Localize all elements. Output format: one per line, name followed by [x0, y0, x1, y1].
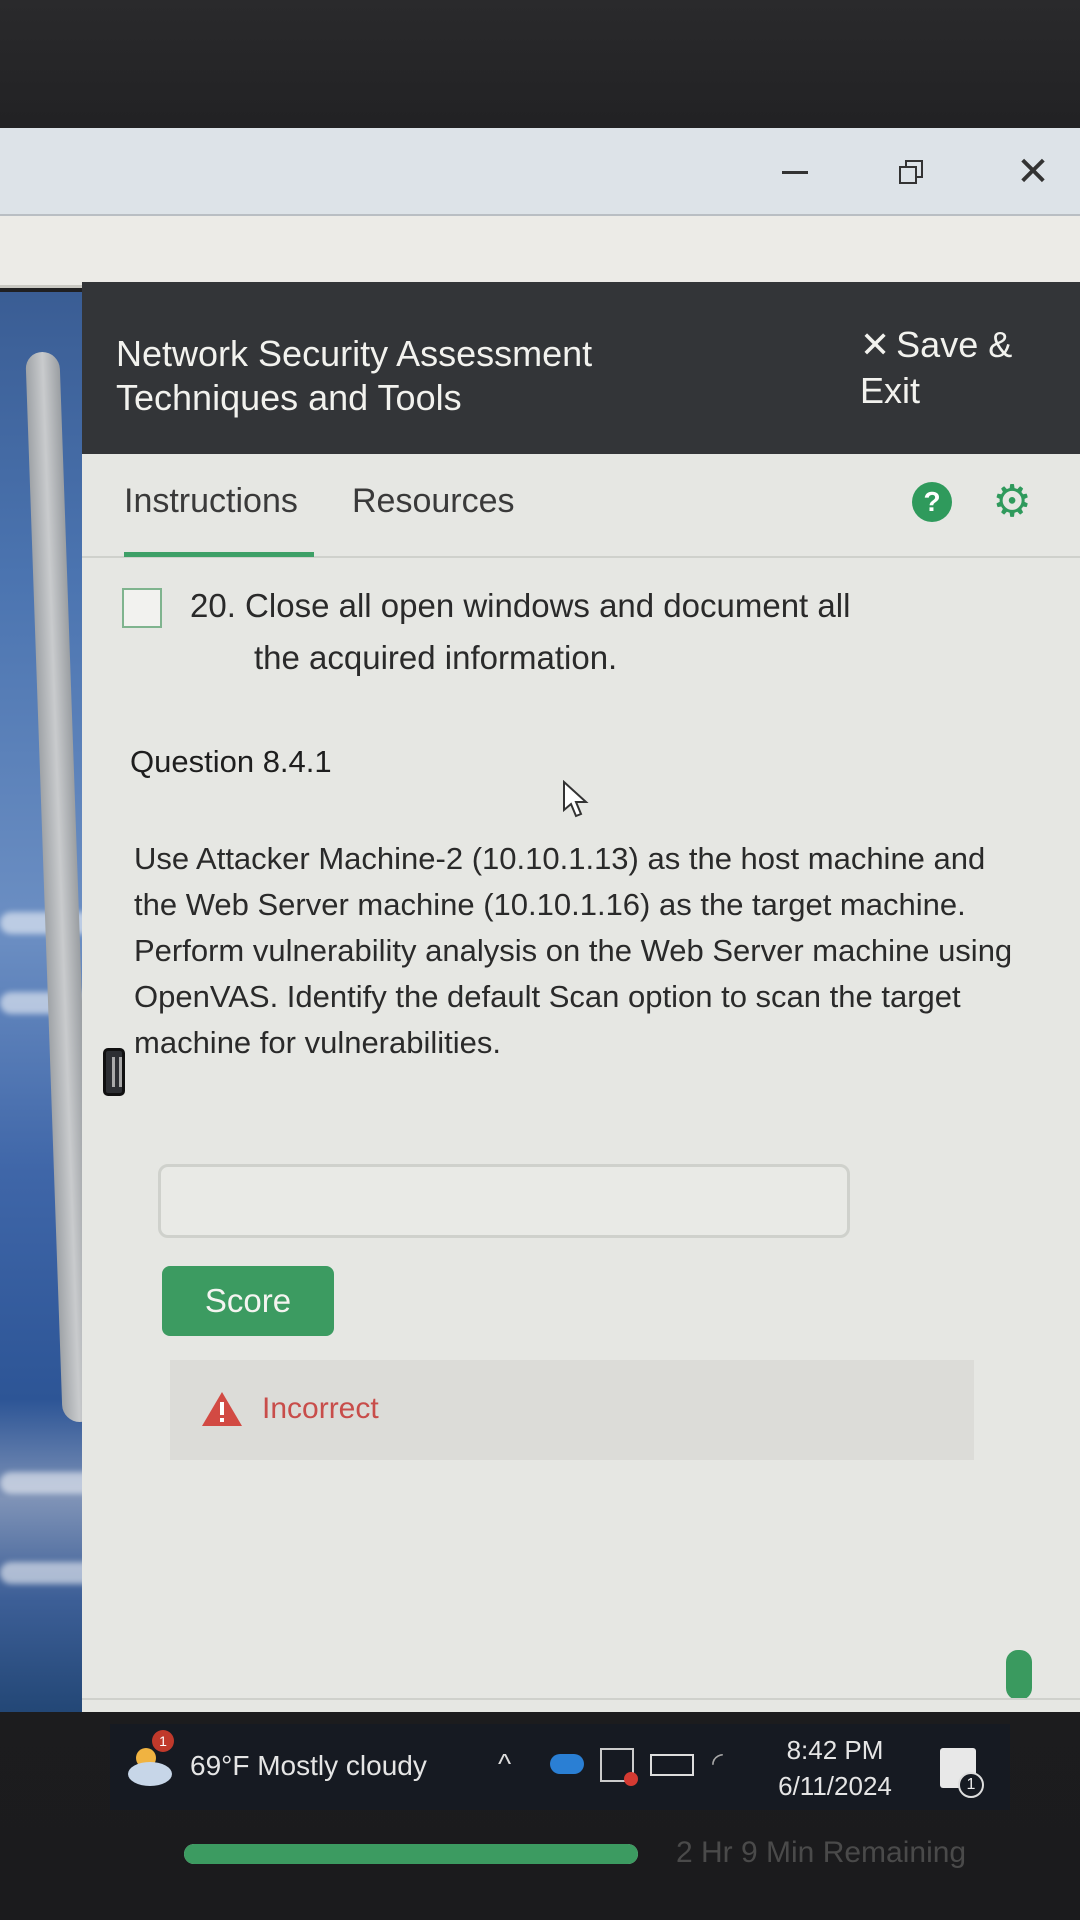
weather-badge: 1	[152, 1730, 174, 1752]
time-remaining: 2 Hr 9 Min Remaining	[676, 1836, 967, 1869]
app-header: Network Security Assessment Techniques a…	[82, 282, 1080, 454]
course-title: Network Security Assessment Techniques a…	[116, 333, 593, 418]
taskbar: 1 69°F Mostly cloudy ^ ◜ 8:42 PM 6/11/20…	[110, 1724, 1010, 1810]
mouse-cursor-icon	[563, 780, 589, 818]
minimize-icon	[782, 170, 808, 174]
window-titlebar: ✕	[0, 128, 1080, 216]
task-number: 20.	[190, 587, 236, 624]
close-window-button[interactable]: ✕	[998, 144, 1068, 200]
clock[interactable]: 8:42 PM 6/11/2024	[760, 1732, 910, 1804]
close-icon: ✕	[1016, 150, 1050, 194]
help-icon[interactable]: ?	[912, 482, 952, 522]
minimize-button[interactable]	[760, 144, 830, 200]
gear-icon[interactable]: ⚙	[990, 480, 1034, 524]
question-title: Question 8.4.1	[130, 744, 332, 779]
divider	[82, 1698, 1080, 1700]
task-line-2: the acquired information.	[254, 639, 618, 676]
wifi-icon[interactable]: ◜	[712, 1746, 723, 1779]
feedback-box: Incorrect	[170, 1360, 974, 1460]
score-button[interactable]: Score	[162, 1266, 334, 1336]
clock-date: 6/11/2024	[778, 1771, 892, 1801]
restore-button[interactable]	[876, 144, 946, 200]
save-exit-button[interactable]: ✕ Save & Exit	[860, 322, 1060, 414]
warning-icon	[202, 1392, 242, 1426]
window-toolbar	[0, 216, 1080, 288]
answer-input[interactable]	[158, 1164, 850, 1238]
progress-bar	[184, 1844, 638, 1864]
task-text: 20. Close all open windows and document …	[190, 580, 970, 684]
tab-resources[interactable]: Resources	[352, 482, 515, 521]
content-scrollbar[interactable]	[1006, 1650, 1032, 1700]
battery-icon[interactable]	[650, 1754, 694, 1776]
feedback-status: Incorrect	[262, 1392, 379, 1425]
clock-time: 8:42 PM	[786, 1735, 884, 1765]
close-icon: ✕	[860, 324, 891, 365]
screen: ✕ Network Security Assessment Techniques…	[0, 0, 1080, 1920]
tab-bar: Instructions Resources ? ⚙	[82, 454, 1080, 558]
notification-count: 1	[958, 1772, 984, 1798]
lab-panel: Network Security Assessment Techniques a…	[82, 282, 1080, 1869]
task-line-1: Close all open windows and document all	[245, 587, 851, 624]
tab-instructions[interactable]: Instructions	[124, 482, 298, 521]
weather-text[interactable]: 69°F Mostly cloudy	[190, 1750, 427, 1782]
progress-fill	[184, 1844, 638, 1864]
content-area: Instructions Resources ? ⚙ 20. Close all…	[82, 454, 1080, 1869]
question-body: Use Attacker Machine-2 (10.10.1.13) as t…	[134, 841, 1013, 1060]
chevron-up-icon[interactable]: ^	[498, 1748, 511, 1780]
task-checkbox[interactable]	[122, 588, 162, 628]
active-tab-indicator	[124, 552, 314, 557]
onedrive-icon[interactable]	[550, 1754, 584, 1774]
tray-app-icon[interactable]	[600, 1748, 638, 1786]
panel-resize-handle[interactable]	[103, 1048, 125, 1096]
restore-icon	[899, 160, 923, 184]
